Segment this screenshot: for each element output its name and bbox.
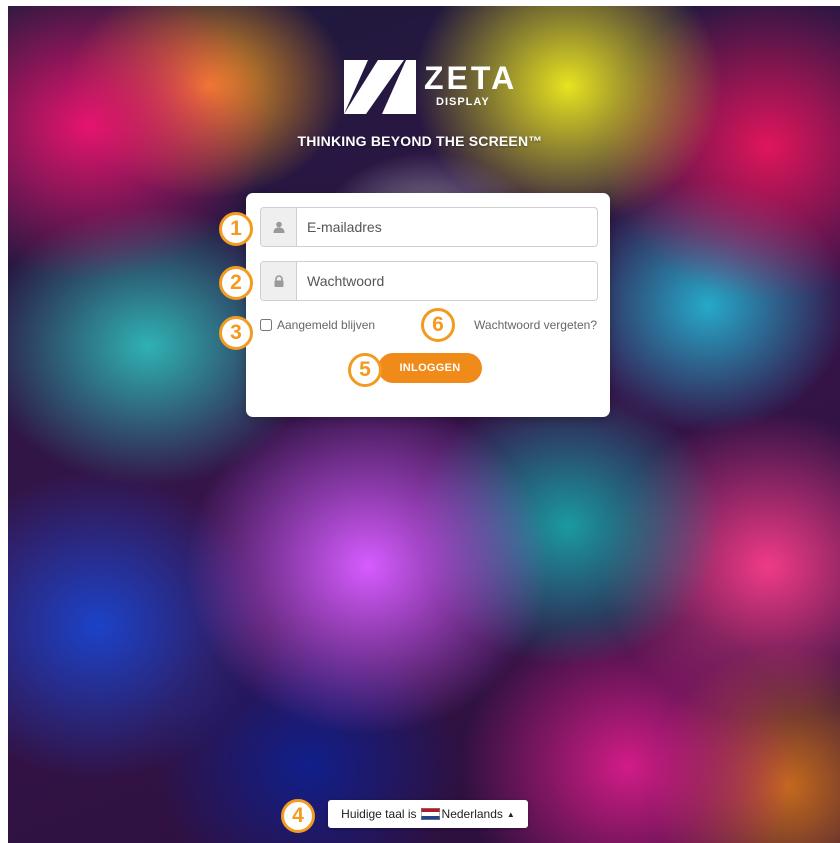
step-marker-5: 5 — [348, 353, 382, 387]
logo-subtitle: DISPLAY — [436, 96, 490, 108]
step-marker-1: 1 — [219, 212, 253, 246]
language-current: Nederlands — [441, 807, 503, 821]
step-marker-3: 3 — [219, 316, 253, 350]
step-marker-6: 6 — [421, 308, 455, 342]
caret-up-icon: ▲ — [506, 809, 515, 819]
email-field[interactable] — [297, 208, 597, 246]
tagline: THINKING BEYOND THE SCREEN™ — [297, 133, 543, 149]
netherlands-flag-icon — [420, 808, 440, 820]
remember-me-checkbox[interactable] — [260, 319, 272, 331]
forgot-password-link[interactable]: Wachtwoord vergeten? — [474, 318, 597, 332]
login-button[interactable]: INLOGGEN — [378, 353, 482, 383]
password-input-group — [260, 261, 598, 301]
email-input-group — [260, 207, 598, 247]
password-field[interactable] — [297, 262, 597, 300]
remember-me[interactable]: Aangemeld blijven — [260, 318, 375, 332]
login-card: Aangemeld blijven Wachtwoord vergeten? I… — [246, 193, 610, 417]
language-selector[interactable]: Huidige taal is Nederlands ▲ — [328, 800, 528, 828]
step-marker-4: 4 — [281, 799, 315, 833]
step-marker-2: 2 — [219, 266, 253, 300]
logo-wordmark: ZETA — [424, 60, 518, 96]
user-icon — [261, 208, 297, 246]
remember-me-label: Aangemeld blijven — [277, 318, 376, 332]
zeta-display-logo: ZETA DISPLAY — [344, 56, 524, 118]
language-prefix: Huidige taal is — [341, 807, 417, 821]
logo-mark-icon — [344, 60, 416, 114]
lock-icon — [261, 262, 297, 300]
background-paint-explosion — [8, 6, 840, 843]
